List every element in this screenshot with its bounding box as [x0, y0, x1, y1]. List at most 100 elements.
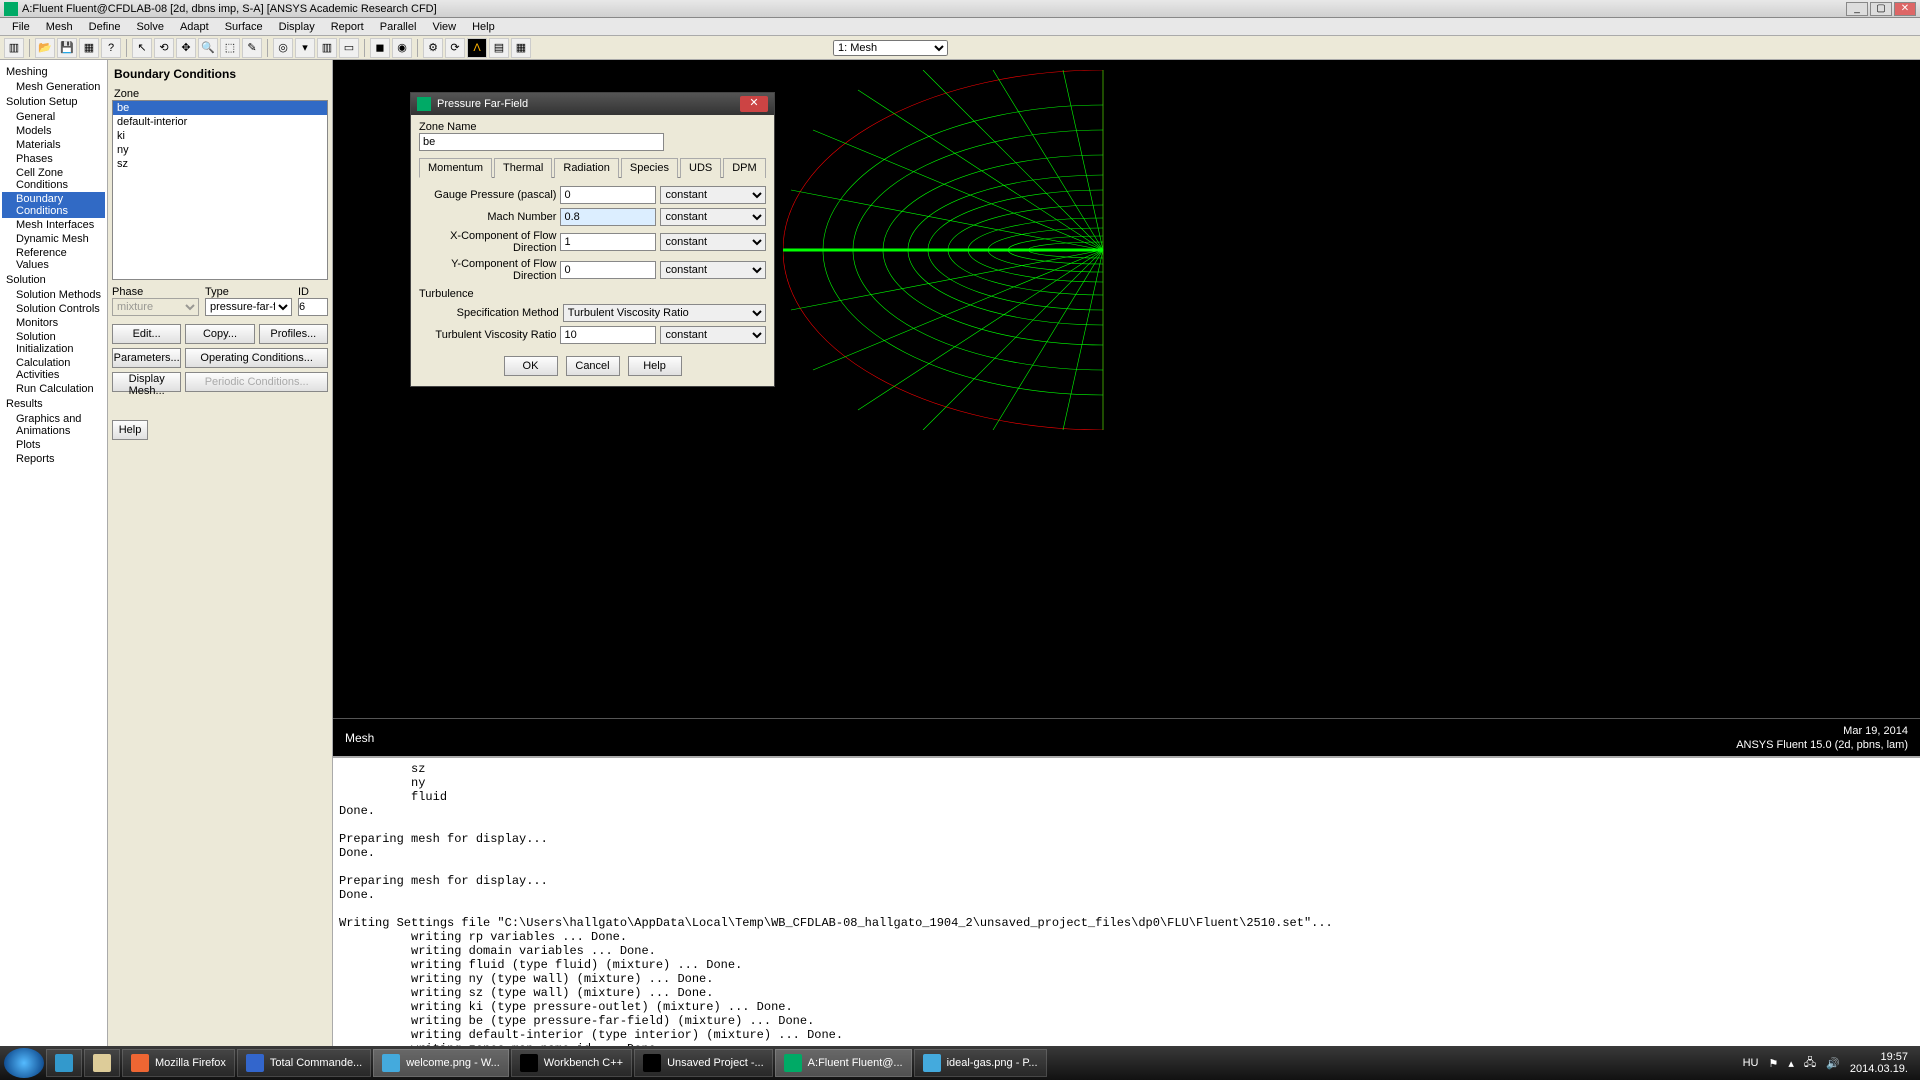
tree-section-results[interactable]: Results — [2, 396, 105, 412]
tree-section-solution-setup[interactable]: Solution Setup — [2, 94, 105, 110]
toolbar-pan-icon[interactable]: ✥ — [176, 38, 196, 58]
close-button[interactable]: ✕ — [1894, 2, 1916, 16]
start-button[interactable] — [4, 1048, 44, 1078]
tree-section-solution[interactable]: Solution — [2, 272, 105, 288]
toolbar-btn[interactable]: ▾ — [295, 38, 315, 58]
ycomp-input[interactable] — [560, 261, 656, 279]
zone-item[interactable]: ny — [113, 143, 327, 157]
operating-conditions-button[interactable]: Operating Conditions... — [185, 348, 328, 368]
tree-item[interactable]: Phases — [2, 152, 105, 166]
dialog-help-button[interactable]: Help — [628, 356, 682, 376]
toolbar-btn[interactable]: ◼ — [370, 38, 390, 58]
menu-help[interactable]: Help — [464, 21, 503, 33]
taskbar-workbench[interactable]: Workbench C++ — [511, 1049, 632, 1077]
tab-thermal[interactable]: Thermal — [494, 158, 552, 178]
tree-item[interactable]: Reports — [2, 452, 105, 466]
id-field[interactable] — [298, 298, 328, 316]
tree-item[interactable]: Mesh Interfaces — [2, 218, 105, 232]
toolbar-btn[interactable]: 📂 — [35, 38, 55, 58]
menu-solve[interactable]: Solve — [128, 21, 172, 33]
taskbar-fluent[interactable]: A:Fluent Fluent@... — [775, 1049, 912, 1077]
menu-view[interactable]: View — [424, 21, 464, 33]
mach-number-input[interactable] — [560, 208, 656, 226]
taskbar-totalcmd[interactable]: Total Commande... — [237, 1049, 371, 1077]
task-help-button[interactable]: Help — [112, 420, 148, 440]
zone-item[interactable]: sz — [113, 157, 327, 171]
tab-species[interactable]: Species — [621, 158, 678, 178]
menu-define[interactable]: Define — [81, 21, 129, 33]
taskbar-explorer[interactable] — [84, 1049, 120, 1077]
menu-adapt[interactable]: Adapt — [172, 21, 217, 33]
taskbar-ideal-gas-png[interactable]: ideal-gas.png - P... — [914, 1049, 1047, 1077]
tree-item[interactable]: Solution Controls — [2, 302, 105, 316]
edit-button[interactable]: Edit... — [112, 324, 181, 344]
ycomp-type[interactable]: constant — [660, 261, 766, 279]
tree-item[interactable]: Monitors — [2, 316, 105, 330]
mesh-selector[interactable]: 1: Mesh — [833, 40, 948, 56]
menu-surface[interactable]: Surface — [217, 21, 271, 33]
tree-item-boundary-conditions[interactable]: Boundary Conditions — [2, 192, 105, 218]
tree-item[interactable]: Dynamic Mesh — [2, 232, 105, 246]
menu-mesh[interactable]: Mesh — [38, 21, 81, 33]
toolbar-zoom-icon[interactable]: 🔍 — [198, 38, 218, 58]
tray-network-icon[interactable]: 🖧 — [1804, 1054, 1816, 1073]
toolbar-btn[interactable]: ▦ — [79, 38, 99, 58]
tab-momentum[interactable]: Momentum — [419, 158, 492, 178]
toolbar-help-icon[interactable]: ? — [101, 38, 121, 58]
toolbar-zoombox-icon[interactable]: ⬚ — [220, 38, 240, 58]
toolbar-btn[interactable]: ⚙ — [423, 38, 443, 58]
toolbar-btn[interactable]: ▦ — [511, 38, 531, 58]
zone-name-input[interactable] — [419, 133, 664, 151]
gauge-pressure-type[interactable]: constant — [660, 186, 766, 204]
profiles-button[interactable]: Profiles... — [259, 324, 328, 344]
toolbar-save-icon[interactable]: 💾 — [57, 38, 77, 58]
parameters-button[interactable]: Parameters... — [112, 348, 181, 368]
tray-clock[interactable]: 19:57 2014.03.19. — [1850, 1051, 1908, 1075]
tvr-type[interactable]: constant — [660, 326, 766, 344]
taskbar-ie[interactable] — [46, 1049, 82, 1077]
toolbar-pointer-icon[interactable]: ↖ — [132, 38, 152, 58]
menu-file[interactable]: File — [4, 21, 38, 33]
tree-item[interactable]: Models — [2, 124, 105, 138]
toolbar-open-icon[interactable]: ▥ — [4, 38, 24, 58]
toolbar-fit-icon[interactable]: ◎ — [273, 38, 293, 58]
tree-item[interactable]: Materials — [2, 138, 105, 152]
copy-button[interactable]: Copy... — [185, 324, 254, 344]
taskbar-unsaved-project[interactable]: Unsaved Project -... — [634, 1049, 773, 1077]
system-tray[interactable]: HU ⚑ ▴ 🖧 🔊 19:57 2014.03.19. — [1735, 1051, 1916, 1075]
xcomp-input[interactable] — [560, 233, 656, 251]
display-mesh-button[interactable]: Display Mesh... — [112, 372, 181, 392]
zone-item[interactable]: ki — [113, 129, 327, 143]
tree-item[interactable]: Plots — [2, 438, 105, 452]
taskbar-firefox[interactable]: Mozilla Firefox — [122, 1049, 235, 1077]
tab-uds[interactable]: UDS — [680, 158, 721, 178]
toolbar-btn[interactable]: ▥ — [317, 38, 337, 58]
tree-item[interactable]: Run Calculation — [2, 382, 105, 396]
zone-item[interactable]: be — [113, 101, 327, 115]
tab-radiation[interactable]: Radiation — [554, 158, 618, 178]
tree-item[interactable]: Mesh Generation — [2, 80, 105, 94]
tree-item[interactable]: Calculation Activities — [2, 356, 105, 382]
phase-select[interactable]: mixture — [112, 298, 199, 316]
tvr-input[interactable] — [560, 326, 656, 344]
toolbar-rotate-icon[interactable]: ⟲ — [154, 38, 174, 58]
tab-dpm[interactable]: DPM — [723, 158, 765, 178]
minimize-button[interactable]: _ — [1846, 2, 1868, 16]
mach-number-type[interactable]: constant — [660, 208, 766, 226]
toolbar-ansys-icon[interactable]: Λ — [467, 38, 487, 58]
tray-lang[interactable]: HU — [1743, 1057, 1759, 1069]
console-output[interactable]: sz ny fluid Done. Preparing mesh for dis… — [333, 756, 1920, 1046]
spec-method-select[interactable]: Turbulent Viscosity Ratio — [563, 304, 766, 322]
ok-button[interactable]: OK — [504, 356, 558, 376]
zone-listbox[interactable]: be default-interior ki ny sz — [112, 100, 328, 280]
tray-volume-icon[interactable]: 🔊 — [1826, 1057, 1840, 1070]
xcomp-type[interactable]: constant — [660, 233, 766, 251]
taskbar-welcome-png[interactable]: welcome.png - W... — [373, 1049, 509, 1077]
tree-item[interactable]: Solution Methods — [2, 288, 105, 302]
menu-parallel[interactable]: Parallel — [372, 21, 425, 33]
maximize-button[interactable]: ▢ — [1870, 2, 1892, 16]
toolbar-probe-icon[interactable]: ✎ — [242, 38, 262, 58]
tray-arrow-icon[interactable]: ▴ — [1788, 1057, 1794, 1070]
tray-flag-icon[interactable]: ⚑ — [1769, 1057, 1779, 1070]
toolbar-btn[interactable]: ◉ — [392, 38, 412, 58]
